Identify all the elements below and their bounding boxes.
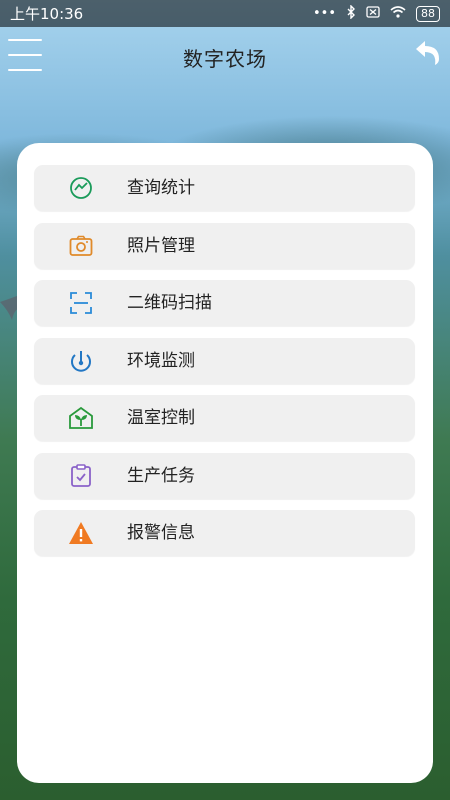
menu-item-production-tasks[interactable]: 生产任务: [34, 453, 415, 499]
menu-item-greenhouse-control[interactable]: 温室控制: [34, 395, 415, 441]
menu-item-label: 二维码扫描: [127, 293, 212, 313]
menu-item-environment-monitoring[interactable]: 环境监测: [34, 338, 415, 384]
menu-item-label: 生产任务: [127, 466, 195, 486]
menu-item-alarm-info[interactable]: 报警信息: [34, 510, 415, 556]
trend-chart-icon: [68, 176, 94, 200]
qr-scan-icon: [68, 291, 94, 315]
hamburger-menu-icon[interactable]: [8, 37, 42, 73]
more-dots-icon: •••: [312, 6, 336, 21]
warning-icon: [68, 521, 94, 545]
menu-item-label: 查询统计: [127, 178, 195, 198]
clipboard-check-icon: [68, 464, 94, 488]
bluetooth-icon: [346, 3, 356, 23]
gauge-icon: [68, 349, 94, 373]
camera-icon: [68, 234, 94, 258]
menu-item-label: 照片管理: [127, 236, 195, 256]
menu-item-qr-scan[interactable]: 二维码扫描: [34, 280, 415, 326]
status-icons: ••• 88: [312, 3, 440, 23]
sim-off-icon: [366, 5, 380, 22]
menu-item-label: 报警信息: [127, 523, 195, 543]
wifi-icon: [390, 5, 406, 22]
page-title: 数字农场: [183, 46, 267, 71]
menu-item-label: 温室控制: [127, 408, 195, 428]
greenhouse-icon: [68, 406, 94, 430]
menu-item-query-stats[interactable]: 查询统计: [34, 165, 415, 211]
back-arrow-icon[interactable]: [412, 37, 444, 73]
status-bar: 上午10:36 ••• 88: [0, 0, 450, 27]
menu-item-label: 环境监测: [127, 351, 195, 371]
status-time: 上午10:36: [10, 5, 84, 23]
menu-item-photo-management[interactable]: 照片管理: [34, 223, 415, 269]
menu-card: 查询统计 照片管理 二维码扫描 环境监测 温室控制 生产任务 报警信息: [17, 143, 433, 783]
battery-indicator: 88: [416, 5, 440, 22]
app-header: 数字农场: [0, 27, 450, 87]
